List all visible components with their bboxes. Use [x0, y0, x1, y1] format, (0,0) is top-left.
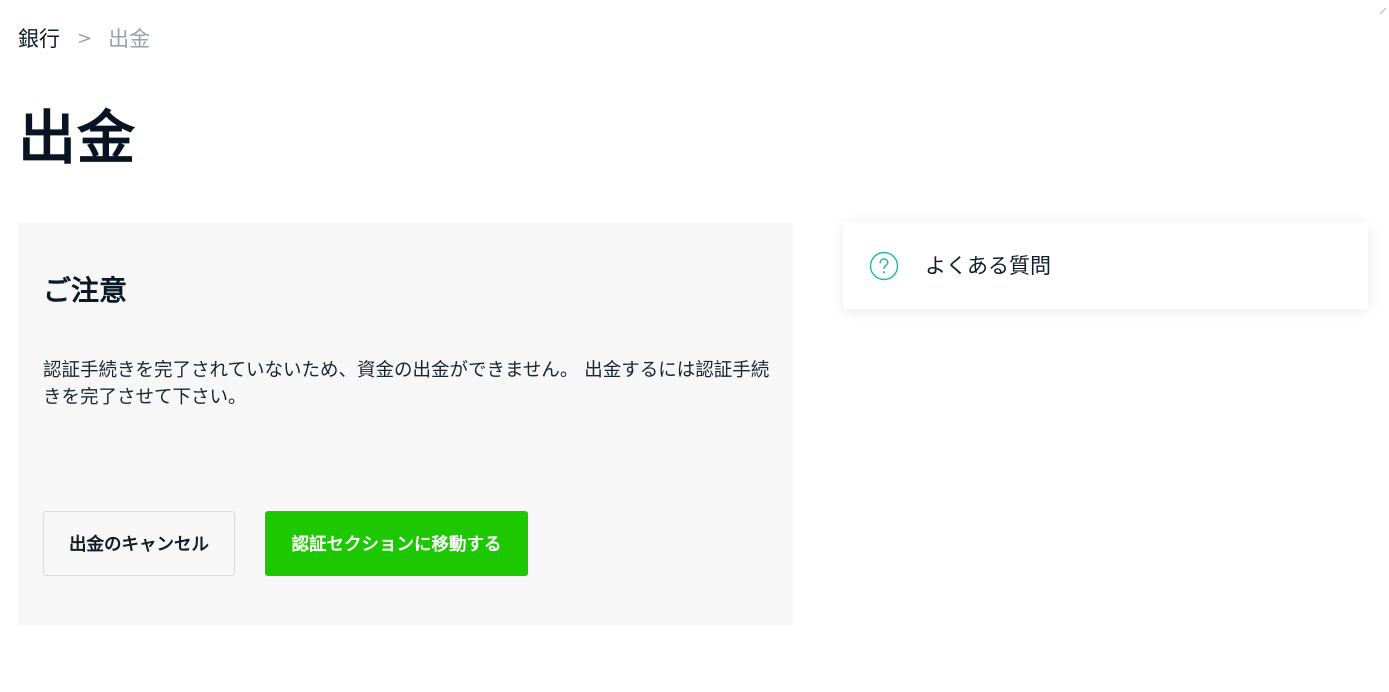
question-circle-icon — [869, 251, 899, 281]
breadcrumb-bank-link[interactable]: 銀行 — [18, 23, 60, 53]
notice-message: 認証手続きを完了されていないため、資金の出金ができません。 出金するには認証手続… — [43, 360, 770, 408]
cancel-withdrawal-button[interactable]: 出金のキャンセル — [43, 511, 235, 576]
breadcrumb: 銀行 > 出金 — [18, 22, 150, 54]
resize-corner-icon — [1379, 0, 1387, 15]
faq-card[interactable]: よくある質問 — [843, 222, 1368, 309]
breadcrumb-current: 出金 — [108, 27, 151, 51]
notice-card: ご注意 認証手続きを完了されていないため、資金の出金ができません。 出金するには… — [18, 222, 793, 626]
breadcrumb-separator: > — [77, 27, 93, 49]
faq-label: よくある質問 — [925, 254, 1051, 278]
go-to-verification-button[interactable]: 認証セクションに移動する — [265, 511, 528, 576]
notice-heading: ご注意 — [43, 274, 128, 307]
page-title: 出金 — [18, 104, 137, 172]
